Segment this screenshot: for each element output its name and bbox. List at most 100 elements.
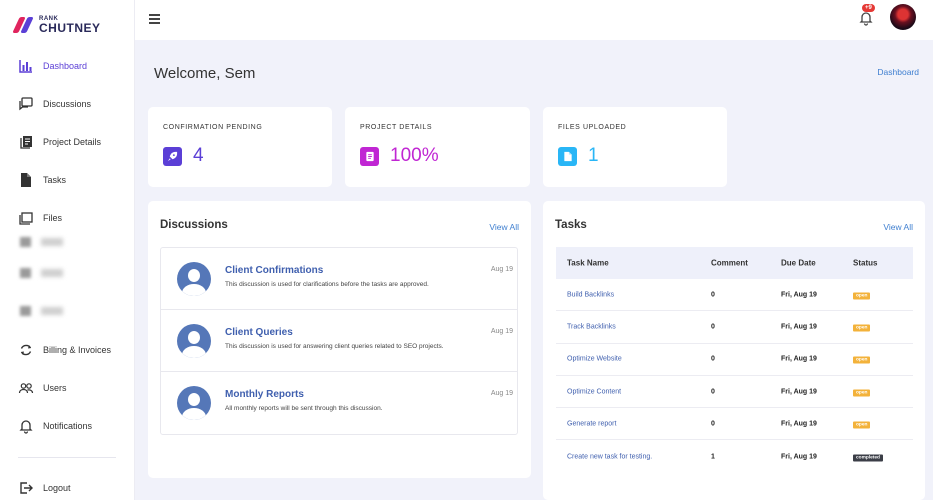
task-name-link[interactable]: Build Backlinks bbox=[567, 291, 614, 298]
task-due-date: Fri, Aug 19 bbox=[781, 388, 817, 396]
table-row: Optimize Content 0 Fri, Aug 19 open bbox=[556, 376, 913, 409]
status-badge[interactable]: open bbox=[853, 356, 871, 364]
sidebar-item-project-details[interactable]: Project Details bbox=[18, 131, 101, 153]
brand-name-big: CHUTNEY bbox=[39, 21, 101, 35]
task-comment-count: 0 bbox=[711, 420, 715, 428]
sidebar-item-files[interactable]: Files bbox=[18, 207, 62, 229]
task-name-link[interactable]: Optimize Content bbox=[567, 388, 621, 395]
discussion-item[interactable]: Client Confirmations This discussion is … bbox=[161, 248, 517, 310]
avatar bbox=[177, 262, 211, 296]
logout-label: Logout bbox=[43, 483, 71, 493]
discussion-title[interactable]: Monthly Reports bbox=[225, 389, 304, 400]
sidebar-item-hidden[interactable] bbox=[20, 237, 63, 247]
discussion-description: This discussion is used for clarificatio… bbox=[225, 281, 429, 288]
status-badge[interactable]: open bbox=[853, 324, 871, 332]
sidebar-item-hidden[interactable] bbox=[20, 268, 63, 278]
tasks-title: Tasks bbox=[555, 219, 587, 231]
task-comment-count: 0 bbox=[711, 355, 715, 363]
document-icon bbox=[360, 147, 379, 166]
brand-logo[interactable]: RANK CHUTNEY bbox=[12, 16, 101, 35]
table-row: Track Backlinks 0 Fri, Aug 19 open bbox=[556, 311, 913, 344]
discussion-date: Aug 19 bbox=[490, 328, 513, 335]
task-comment-count: 1 bbox=[711, 453, 715, 461]
task-name-link[interactable]: Create new task for testing. bbox=[567, 453, 652, 460]
column-header: Due Date bbox=[781, 258, 816, 268]
stat-card-files-uploaded: FILES UPLOADED 1 bbox=[543, 107, 727, 187]
task-name-link[interactable]: Track Backlinks bbox=[567, 323, 616, 330]
task-comment-count: 0 bbox=[711, 388, 715, 396]
file-icon bbox=[18, 172, 34, 188]
sidebar-item-label: Notifications bbox=[43, 421, 93, 431]
status-badge[interactable]: open bbox=[853, 421, 871, 429]
refresh-icon bbox=[18, 342, 34, 358]
sidebar-item-discussions[interactable]: Discussions bbox=[18, 93, 91, 115]
discussion-item[interactable]: Client Queries This discussion is used f… bbox=[161, 310, 517, 372]
discussion-item[interactable]: Monthly Reports All monthly reports will… bbox=[161, 372, 517, 434]
bell-icon bbox=[18, 418, 34, 434]
avatar bbox=[177, 324, 211, 358]
avatar bbox=[177, 386, 211, 420]
task-comment-count: 0 bbox=[711, 291, 715, 299]
discussions-view-all-link[interactable]: View All bbox=[489, 222, 519, 232]
task-due-date: Fri, Aug 19 bbox=[781, 291, 817, 299]
sidebar-item-tasks[interactable]: Tasks bbox=[18, 169, 66, 191]
notification-bell-icon[interactable] bbox=[858, 10, 874, 26]
sidebar-item-label: Dashboard bbox=[43, 61, 88, 71]
discussions-title: Discussions bbox=[160, 219, 228, 231]
page-title: Welcome, Sem bbox=[154, 65, 256, 82]
status-badge[interactable]: open bbox=[853, 292, 871, 300]
menu-toggle-icon[interactable] bbox=[149, 14, 160, 24]
sidebar-item-label: Billing & Invoices bbox=[43, 345, 112, 355]
task-due-date: Fri, Aug 19 bbox=[781, 323, 817, 331]
task-due-date: Fri, Aug 19 bbox=[781, 420, 817, 428]
breadcrumb[interactable]: Dashboard bbox=[877, 67, 919, 77]
table-row: Optimize Website 0 Fri, Aug 19 open bbox=[556, 344, 913, 376]
task-name-link[interactable]: Generate report bbox=[567, 420, 616, 427]
stat-title: FILES UPLOADED bbox=[558, 124, 627, 131]
stat-value: 4 bbox=[193, 145, 204, 166]
task-name-link[interactable]: Optimize Website bbox=[567, 356, 622, 363]
column-header: Comment bbox=[711, 258, 748, 268]
table-row: Create new task for testing. 1 Fri, Aug … bbox=[556, 440, 913, 472]
sidebar: RANK CHUTNEY Dashboard Discussions Proje… bbox=[0, 0, 135, 500]
user-avatar[interactable] bbox=[890, 4, 916, 30]
logo-mark-icon bbox=[12, 17, 36, 33]
table-row: Build Backlinks 0 Fri, Aug 19 open bbox=[556, 279, 913, 312]
column-header: Task Name bbox=[567, 258, 609, 268]
table-row: Generate report 0 Fri, Aug 19 open bbox=[556, 408, 913, 441]
discussion-title[interactable]: Client Queries bbox=[225, 327, 293, 338]
chat-icon bbox=[18, 96, 34, 112]
task-comment-count: 0 bbox=[711, 323, 715, 331]
task-due-date: Fri, Aug 19 bbox=[781, 453, 817, 461]
document-stack-icon bbox=[18, 134, 34, 150]
sidebar-item-label: Files bbox=[43, 213, 63, 223]
logout-icon bbox=[18, 480, 34, 496]
users-icon bbox=[18, 380, 34, 396]
status-badge[interactable]: completed bbox=[853, 454, 883, 462]
sidebar-item-dashboard[interactable]: Dashboard bbox=[18, 55, 87, 77]
sidebar-item-hidden[interactable] bbox=[20, 306, 63, 316]
sidebar-item-users[interactable]: Users bbox=[18, 377, 67, 399]
discussions-panel: Discussions View All Client Confirmation… bbox=[148, 201, 531, 478]
sidebar-item-notifications[interactable]: Notifications bbox=[18, 415, 92, 437]
discussion-title[interactable]: Client Confirmations bbox=[225, 265, 323, 276]
discussion-date: Aug 19 bbox=[490, 266, 513, 273]
tasks-view-all-link[interactable]: View All bbox=[883, 222, 913, 232]
discussion-list: Client Confirmations This discussion is … bbox=[160, 247, 518, 435]
logout-button[interactable]: Logout bbox=[18, 477, 71, 499]
stat-card-confirmation-pending: CONFIRMATION PENDING 4 bbox=[148, 107, 332, 187]
sidebar-item-label: Discussions bbox=[43, 99, 92, 109]
stat-value: 100% bbox=[390, 145, 439, 166]
folder-icon bbox=[18, 210, 34, 226]
stat-title: PROJECT DETAILS bbox=[360, 124, 433, 131]
rocket-icon bbox=[163, 147, 182, 166]
sidebar-item-billing[interactable]: Billing & Invoices bbox=[18, 339, 111, 361]
sidebar-item-label: Project Details bbox=[43, 137, 102, 147]
bar-chart-icon bbox=[18, 58, 34, 74]
status-badge[interactable]: open bbox=[853, 389, 871, 397]
tasks-table: Task Name Comment Due Date Status Build … bbox=[556, 247, 913, 473]
stat-card-project-details: PROJECT DETAILS 100% bbox=[345, 107, 530, 187]
topbar: +9 bbox=[135, 0, 933, 40]
stat-title: CONFIRMATION PENDING bbox=[163, 124, 263, 131]
stat-value: 1 bbox=[588, 145, 599, 166]
